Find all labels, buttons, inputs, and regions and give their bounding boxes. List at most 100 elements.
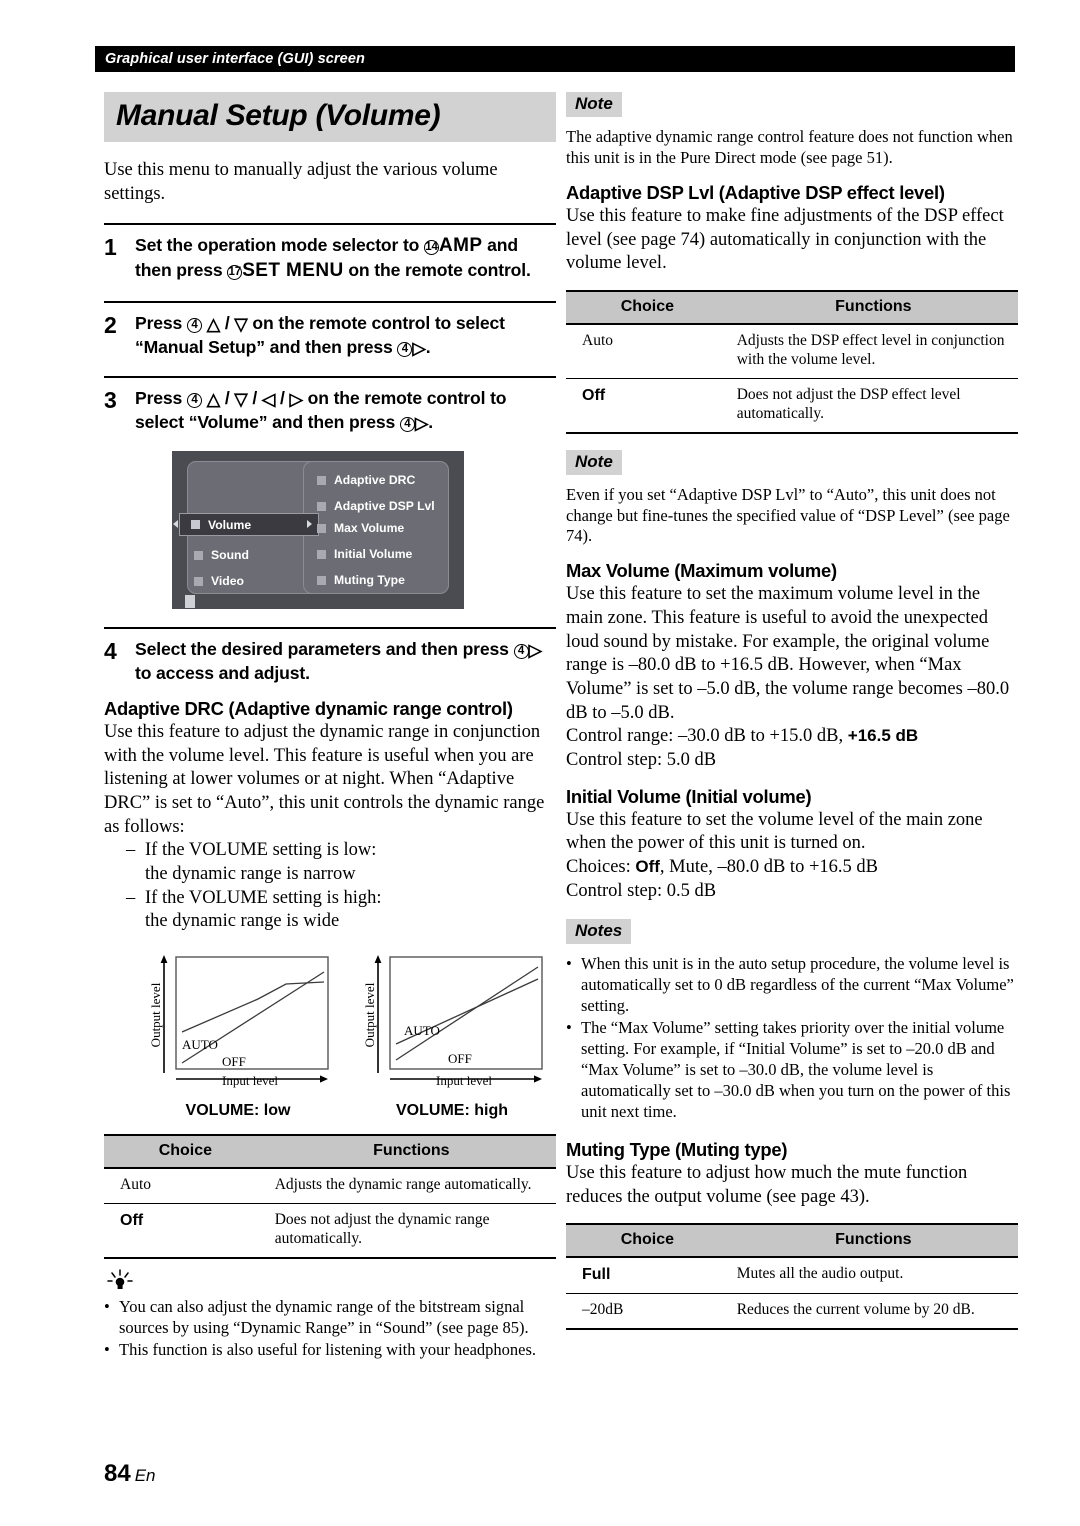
circled-number-4: 4 [186,393,202,409]
key-label: SET MENU [242,260,344,282]
table-header-row: Choice Functions [566,1223,1018,1259]
drc-graph-volume-high: AUTO OFF Input level Output level VOLUME… [356,951,548,1120]
arrow-up-icon: △ [206,389,221,410]
gui-item-max-volume[interactable]: Max Volume [317,521,404,535]
gui-item-muting-type-label: Muting Type [334,573,405,588]
page-title: Manual Setup (Volume) [116,99,441,132]
series-label-auto: AUTO [182,1037,218,1052]
step-1-text: Set the operation mode selector to 14AMP… [135,235,531,282]
gui-item-adaptive-dsp-lvl[interactable]: Adaptive DSP Lvl [317,499,435,513]
cell-choice: Off [566,378,729,434]
gui-item-adaptive-dsp-lvl-label: Adaptive DSP Lvl [334,499,435,514]
bullet-square-icon [317,475,326,485]
gui-item-adaptive-drc[interactable]: Adaptive DRC [317,473,415,487]
bullet-marker: • [104,1339,110,1359]
notes-tag: Notes [566,919,632,945]
bullet-square-icon [194,576,203,586]
table-row: Off Does not adjust the dynamic range au… [104,1203,556,1259]
bullet-square-icon [317,549,326,559]
column-header-choice: Choice [104,1133,267,1169]
adaptive-drc-tips: • You can also adjust the dynamic range o… [104,1297,556,1361]
step-4: 4 Select the desired parameters and then… [104,627,556,685]
cell-function: Adjusts the DSP effect level in conjunct… [728,323,1018,379]
list-item: – If the VOLUME setting is low: [126,839,556,863]
step-4-number: 4 [104,638,117,665]
arrow-right-icon: ▷ [412,337,426,358]
muting-type-body: Use this feature to adjust how much the … [566,1163,968,1207]
gui-item-initial-volume[interactable]: Initial Volume [317,547,412,561]
cell-choice: –20dB [566,1293,729,1330]
series-label-auto: AUTO [404,1023,440,1038]
series-label-off: OFF [448,1051,472,1066]
bullet-marker: • [104,1296,110,1316]
right-caret-icon [307,520,312,529]
circled-number-4: 4 [186,317,202,333]
table-header-row: Choice Functions [566,289,1018,325]
list-item: • You can also adjust the dynamic range o… [104,1296,529,1337]
left-caret-icon [173,520,178,529]
control-range-label: Control range: –30.0 dB to +15.0 dB, [566,726,848,747]
page-number: 84 [104,1460,131,1487]
step-4-text: Select the desired parameters and then p… [135,639,543,684]
step-3-text: Press 4 △ / ▽ / ◁ / ▷ on the remote cont… [135,388,507,434]
cell-function: Does not adjust the DSP effect level aut… [728,378,1018,434]
max-volume-heading: Max Volume (Maximum volume) [566,560,837,582]
column-header-functions: Functions [728,1223,1018,1259]
arrow-left-icon: ◁ [261,389,276,410]
gui-item-volume-label: Volume [208,517,252,532]
dash-marker: – [126,887,136,908]
page-footer: 84 En [104,1460,156,1488]
drc-graph-high-caption: VOLUME: high [396,1101,508,1119]
table-header-row: Choice Functions [104,1133,556,1169]
cell-choice: Auto [566,323,729,379]
y-axis-label: Output level [148,982,163,1047]
column-header-choice: Choice [566,289,729,325]
column-header-functions: Functions [728,289,1018,325]
choices-default: Off [635,857,660,877]
drc-graph-low-caption: VOLUME: low [185,1101,291,1119]
muting-type-table: Choice Functions Full Mutes all the audi… [566,1223,1018,1330]
gui-item-muting-type[interactable]: Muting Type [317,573,405,587]
table-row: Auto Adjusts the dynamic range automatic… [104,1167,556,1204]
step-1: 1 Set the operation mode selector to 14A… [104,223,556,283]
gui-item-sound[interactable]: Sound [194,548,249,562]
circled-number-4: 4 [399,417,415,433]
adaptive-dsp-heading: Adaptive DSP Lvl (Adaptive DSP effect le… [566,181,945,203]
cell-function: Reduces the current volume by 20 dB. [728,1293,1018,1330]
key-label: AMP [439,235,483,257]
intro-paragraph: Use this menu to manually adjust the var… [104,160,498,204]
bullet-square-icon [194,550,203,560]
initial-volume-heading: Initial Volume (Initial volume) [566,785,812,807]
step-3-number: 3 [104,387,117,414]
gui-item-volume[interactable]: Volume [179,513,319,537]
choices-rest: , Mute, –80.0 dB to +16.5 dB [659,857,878,878]
circled-number-14: 14 [424,240,440,256]
initial-volume-choices: Choices: Off, Mute, –80.0 dB to +16.5 dB [566,856,1018,880]
note-tag-1: Note [566,92,622,117]
initial-volume-control-step: Control step: 0.5 dB [566,880,717,901]
table-row: Full Mutes all the audio output. [566,1257,1018,1294]
drc-graphs: AUTO OFF Input level Output level VOLUME… [142,951,556,1120]
column-header-functions: Functions [266,1133,556,1169]
cell-choice: Full [566,1257,729,1294]
gui-item-video-label: Video [211,574,244,589]
gui-item-video[interactable]: Video [194,574,244,588]
choices-label: Choices: [566,857,636,878]
bullet-square-icon [191,520,200,530]
list-item: • When this unit is in the auto setup pro… [566,954,1014,1016]
arrow-right-icon: ▷ [528,640,543,661]
circled-number-4: 4 [513,644,529,660]
gui-item-adaptive-drc-label: Adaptive DRC [334,473,416,488]
adaptive-drc-table: Choice Functions Auto Adjusts the dynami… [104,1133,556,1259]
dash-spacer [126,910,136,934]
gui-corner-badge-icon [185,595,195,609]
x-axis-label: Input level [222,1073,278,1088]
y-axis-label: Output level [362,982,377,1047]
drc-graph-volume-low: AUTO OFF Input level Output level VOLUME… [142,951,334,1120]
cell-choice: Auto [104,1167,267,1204]
list-item: • This function is also useful for listen… [104,1339,537,1359]
control-range-value: +16.5 dB [847,726,919,746]
adaptive-drc-body: Use this feature to adjust the dynamic r… [104,721,545,837]
max-volume-control-range: Control range: –30.0 dB to +15.0 dB, +16… [566,725,1018,749]
column-header-choice: Choice [566,1223,729,1259]
